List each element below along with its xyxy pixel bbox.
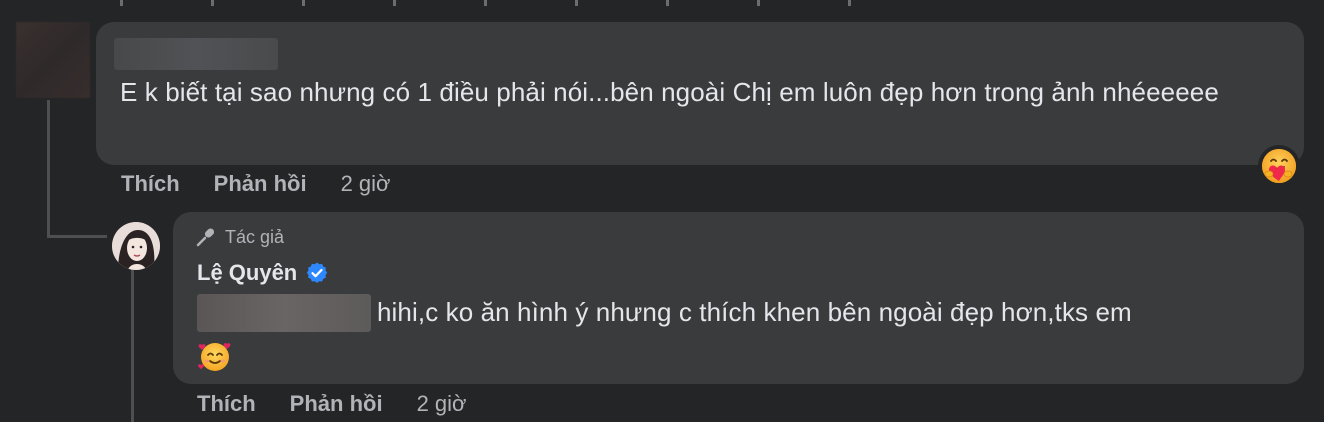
reply-connector-line <box>131 268 134 422</box>
verified-badge-icon <box>307 262 328 283</box>
author-avatar[interactable] <box>112 222 160 270</box>
thread-connector-line <box>47 100 50 238</box>
comment-actions: Thích Phản hồi 2 giờ <box>121 171 390 197</box>
comment-text: E k biết tại sao nhưng có 1 điều phải nó… <box>120 77 1219 107</box>
microphone-icon <box>196 228 215 247</box>
like-button[interactable]: Thích <box>197 391 256 417</box>
author-badge-label: Tác giả <box>225 226 285 247</box>
author-name-row: Lệ Quyên <box>197 260 329 286</box>
reply-actions: Thích Phản hồi 2 giờ <box>197 391 466 417</box>
smiling-face-with-hearts-icon <box>198 343 231 371</box>
author-name[interactable]: Lệ Quyên <box>197 260 297 286</box>
comment-thread: E k biết tại sao nhưng có 1 điều phải nó… <box>0 0 1324 422</box>
comment-bubble: E k biết tại sao nhưng có 1 điều phải nó… <box>96 22 1304 165</box>
author-badge: Tác giả <box>195 226 284 248</box>
mention-redacted[interactable] <box>197 294 371 332</box>
commenter-avatar[interactable] <box>16 22 90 98</box>
timestamp[interactable]: 2 giờ <box>417 391 467 417</box>
commenter-name-redacted[interactable] <box>114 38 278 70</box>
timestamp[interactable]: 2 giờ <box>341 171 391 197</box>
reply-bubble: Tác giả Lệ Quyên hihi,c ko ăn hình ý như… <box>173 212 1304 384</box>
reply-button[interactable]: Phản hồi <box>290 391 383 417</box>
like-button[interactable]: Thích <box>121 171 180 197</box>
reply-text: hihi,c ko ăn hình ý nhưng c thích khen b… <box>377 297 1132 327</box>
thread-connector-branch <box>47 235 107 238</box>
reply-button[interactable]: Phản hồi <box>214 171 307 197</box>
care-reaction-icon[interactable] <box>1258 145 1300 187</box>
cutoff-text-line <box>120 0 1220 6</box>
